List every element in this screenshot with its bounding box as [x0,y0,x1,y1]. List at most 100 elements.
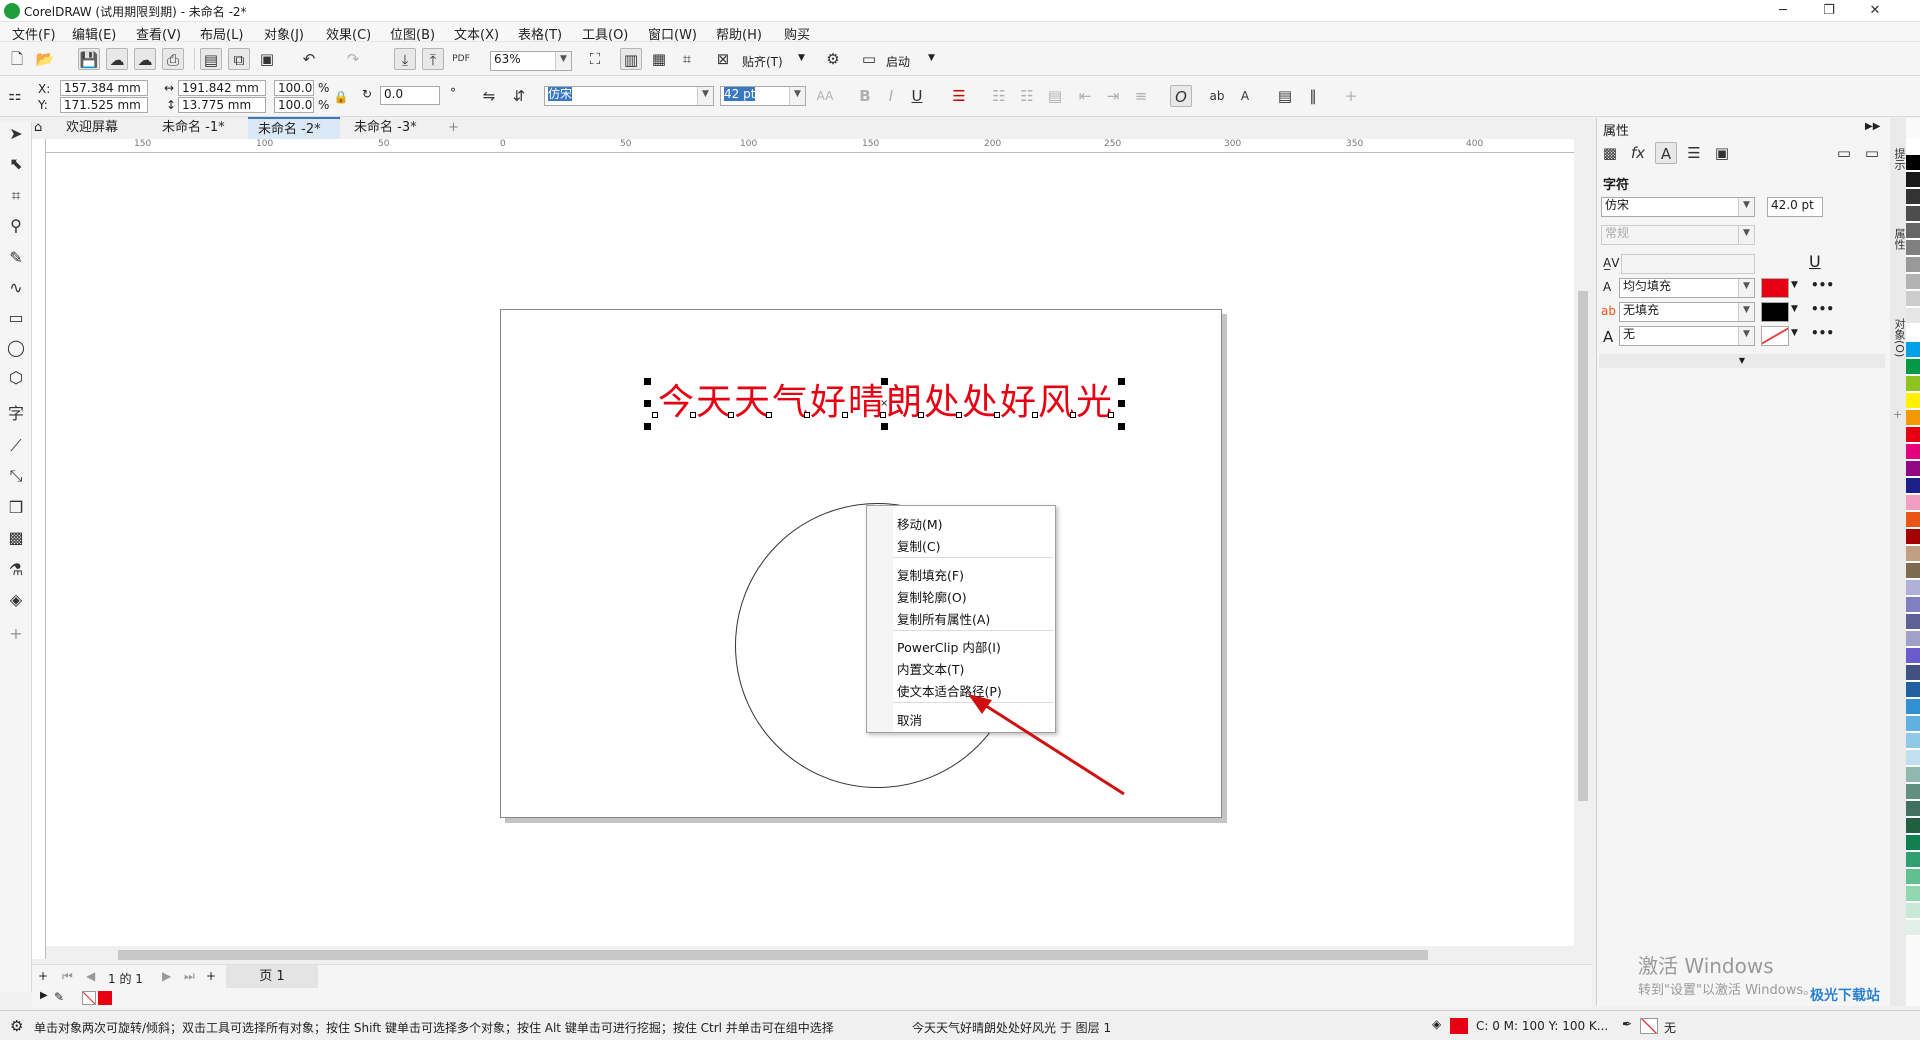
close-icon[interactable]: ✕ [1852,0,1898,22]
palette-swatch[interactable] [1906,818,1920,834]
selection-handle[interactable] [1118,400,1125,407]
palette-swatch[interactable] [1906,359,1920,375]
menu-tools[interactable]: 工具(O) [582,24,628,43]
effects-tab-icon[interactable]: fx [1627,142,1649,164]
paragraph-format-icon[interactable]: ≡ [1130,85,1152,107]
zoom-tool-icon[interactable]: ⚲ [4,214,28,238]
palette-swatch[interactable] [1906,682,1920,698]
tab-untitled-3[interactable]: 未命名 -3* [344,117,436,139]
text-node[interactable] [652,412,658,418]
text-fill-color-swatch[interactable] [1761,278,1789,298]
eyedropper-icon[interactable]: ✎ [54,990,64,1004]
outline-color-swatch[interactable] [1640,1018,1658,1034]
palette-swatch[interactable] [1906,240,1920,256]
chevron-down-icon[interactable]: ▼ [928,53,935,63]
connector-tool-icon[interactable]: ⤡ [4,464,28,488]
palette-swatch[interactable] [1906,172,1920,188]
more-options-icon[interactable]: ••• [1811,302,1834,316]
more-options-icon[interactable]: ••• [1811,278,1834,292]
chevron-down-icon[interactable]: ▼ [1791,280,1798,290]
ctx-cancel[interactable]: 取消 [897,710,922,729]
tab-welcome[interactable]: 欢迎屏幕 [56,117,148,139]
palette-swatch[interactable] [1906,206,1920,222]
home-icon[interactable]: ⌂ [32,117,52,139]
ctx-copy[interactable]: 复制(C) [897,536,940,555]
settings-gear-icon[interactable]: ⚙ [10,1017,23,1035]
no-color-swatch[interactable] [82,991,96,1005]
crop-tool-icon[interactable]: ⌗ [4,184,28,208]
palette-swatch[interactable] [1906,920,1920,936]
text-outline-color-swatch[interactable] [1761,326,1789,346]
cloud-upload-icon[interactable]: ☁ [106,48,128,70]
more-options-icon[interactable]: ••• [1811,326,1834,340]
full-screen-icon[interactable]: ⛶ [584,48,606,70]
scale-y-input[interactable]: 100.0 [274,97,314,113]
menu-text[interactable]: 文本(X) [454,24,499,43]
background-fill-color-swatch[interactable] [1761,302,1789,322]
page-tab[interactable]: 页 1 [226,965,318,989]
palette-swatch[interactable] [1906,903,1920,919]
import-icon[interactable]: ⤓ [394,48,416,70]
eyedropper-tool-icon[interactable]: ⚗ [4,558,28,582]
ctx-place-inside-text[interactable]: 内置文本(T) [897,659,964,678]
horizontal-text-icon[interactable]: ▤ [1274,85,1296,107]
panel-collapse-icon[interactable]: ▶▶ [1865,121,1880,132]
tab-untitled-2[interactable]: 未命名 -2* [248,117,340,139]
scroll-thumb[interactable] [1578,291,1588,801]
last-page-icon[interactable]: ⏭ [184,969,195,984]
drop-shadow-icon[interactable]: ❒ [4,496,28,520]
interactive-opentype-icon[interactable]: A [1234,85,1256,107]
text-properties-icon[interactable]: O [1170,85,1192,107]
freehand-tool-icon[interactable]: ✎ [4,246,28,270]
add-page-end-icon[interactable]: + [206,969,216,983]
fill-color-swatch[interactable] [1450,1018,1468,1034]
scale-x-input[interactable]: 100.0 [274,80,314,96]
launch-icon[interactable]: ▭ [858,48,880,70]
publish-pdf-icon[interactable]: PDF [450,48,472,70]
palette-swatch[interactable] [1906,699,1920,715]
text-node[interactable] [842,412,848,418]
font-size-combo[interactable]: 42 pt ▼ [720,86,806,106]
selection-handle[interactable] [1118,423,1125,430]
palette-swatch[interactable] [1906,308,1920,324]
palette-swatch[interactable] [1906,614,1920,630]
ellipse-tool-icon[interactable]: ◯ [4,336,28,360]
palette-swatch[interactable] [1906,495,1920,511]
paragraph-tab-icon[interactable]: ☰ [1683,142,1705,164]
palette-swatch[interactable] [1906,801,1920,817]
palette-swatch[interactable] [1906,869,1920,885]
menu-view[interactable]: 查看(V) [136,24,181,43]
first-page-icon[interactable]: ⏮ [62,969,73,984]
palette-swatch[interactable] [1906,325,1920,341]
selection-handle[interactable] [644,378,651,385]
lock-ratio-icon[interactable]: 🔒 [330,86,352,108]
add-tool-icon[interactable]: + [4,622,28,646]
menu-layout[interactable]: 布局(L) [200,24,243,43]
copy-icon[interactable]: ⧉ [228,48,250,70]
palette-swatch[interactable] [1906,597,1920,613]
mirror-horizontal-icon[interactable]: ⇋ [478,85,500,107]
scroll-thumb[interactable] [118,950,1428,960]
text-node[interactable] [728,412,734,418]
palette-swatch[interactable] [1906,393,1920,409]
text-outline-combo[interactable]: 无 ▼ [1619,326,1755,346]
horizontal-scrollbar[interactable] [46,946,1592,964]
palette-swatch[interactable] [1906,767,1920,783]
selection-handle[interactable] [881,423,888,430]
menu-bitmap[interactable]: 位图(B) [390,24,435,43]
palette-swatch[interactable] [1906,631,1920,647]
font-size-adjust-icon[interactable]: AA [814,85,836,107]
palette-swatch[interactable] [1906,546,1920,562]
text-node[interactable] [1070,412,1076,418]
ctx-copy-fill[interactable]: 复制填充(F) [897,565,964,584]
paste-icon[interactable]: ▣ [256,48,278,70]
add-icon[interactable]: + [1340,85,1362,107]
open-icon[interactable]: 📂 [34,48,56,70]
panel-style-combo[interactable]: 常规 ▼ [1601,225,1755,245]
kerning-input[interactable] [1621,254,1755,274]
tab-hints[interactable]: 提示 [1891,148,1907,170]
bold-icon[interactable]: B [854,85,876,107]
text-node[interactable] [956,412,962,418]
palette-swatch[interactable] [1906,478,1920,494]
menu-edit[interactable]: 编辑(E) [72,24,116,43]
